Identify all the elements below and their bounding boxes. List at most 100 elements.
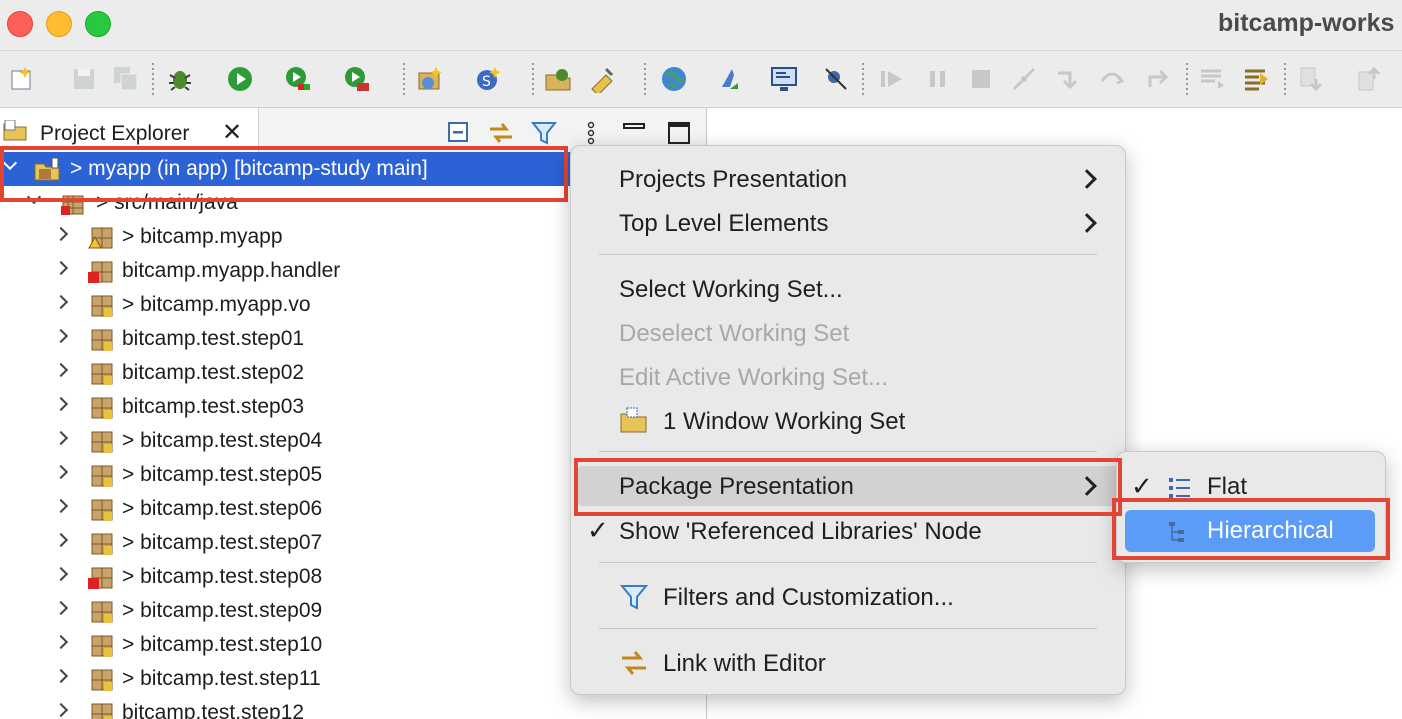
- package-error-icon: [88, 567, 113, 589]
- chevron-right-icon[interactable]: [54, 603, 66, 615]
- web-browser-icon[interactable]: [660, 65, 688, 93]
- tree-label: > bitcamp.myapp.vo: [122, 293, 311, 316]
- view-menu-icon[interactable]: [578, 120, 604, 146]
- menu-item-show-referenced-libraries[interactable]: ✓ Show 'Referenced Libraries' Node: [571, 511, 1125, 551]
- tree-row-package[interactable]: bitcamp.test.step12: [0, 696, 706, 719]
- chevron-right-icon[interactable]: [54, 637, 66, 649]
- filter-icon[interactable]: [531, 120, 557, 146]
- step-into-icon[interactable]: [1054, 65, 1082, 93]
- save-all-icon[interactable]: [112, 65, 140, 93]
- toolbar-separator: [152, 63, 154, 95]
- chevron-right-icon[interactable]: [54, 535, 66, 547]
- collapse-all-icon[interactable]: [446, 120, 472, 146]
- package-error-icon: [88, 261, 113, 283]
- package-icon: [91, 295, 113, 317]
- new-java-project-icon[interactable]: [416, 65, 444, 93]
- suspend-icon[interactable]: [924, 65, 952, 93]
- coverage-icon[interactable]: [284, 65, 312, 93]
- tree-label: > bitcamp.test.step08: [122, 565, 323, 588]
- package-icon: [91, 669, 113, 691]
- menu-item-label: 1 Window Working Set: [663, 408, 906, 435]
- tab-label: Project Explorer: [40, 122, 190, 145]
- chevron-right-icon[interactable]: [54, 501, 66, 513]
- resume-icon[interactable]: [878, 65, 906, 93]
- next-annotation-icon[interactable]: [1298, 65, 1326, 93]
- package-icon: [91, 329, 113, 351]
- run-icon[interactable]: [226, 65, 254, 93]
- minimize-view-icon[interactable]: [621, 120, 647, 146]
- menu-item-label: Flat: [1207, 473, 1248, 500]
- link-editor-icon: [622, 651, 646, 675]
- chevron-right-icon[interactable]: [54, 365, 66, 377]
- run-external-tools-icon[interactable]: [343, 65, 371, 93]
- tree-label: > bitcamp.test.step05: [122, 463, 323, 486]
- menu-separator: [599, 451, 1097, 452]
- tree-label: bitcamp.test.step01: [122, 327, 305, 350]
- chevron-right-icon[interactable]: [54, 297, 66, 309]
- zoom-window-button[interactable]: [85, 11, 111, 37]
- package-icon: [91, 703, 113, 719]
- search-icon[interactable]: [588, 65, 616, 93]
- previous-annotation-icon[interactable]: [1356, 65, 1384, 93]
- menu-item-label: Edit Active Working Set...: [619, 364, 889, 391]
- close-icon[interactable]: ✕: [222, 121, 242, 145]
- toolbar-separator: [1186, 63, 1188, 95]
- menu-item-window-working-set[interactable]: 1 Window Working Set: [571, 401, 1125, 441]
- chevron-right-icon[interactable]: [54, 705, 66, 717]
- menu-item-edit-active-working-set: Edit Active Working Set...: [571, 357, 1125, 397]
- title-bar: bitcamp-works: [0, 0, 1402, 51]
- toolbar-separator: [532, 63, 534, 95]
- project-explorer-icon: [3, 120, 27, 141]
- menu-item-label: Select Working Set...: [619, 276, 843, 303]
- package-warning-icon: [88, 227, 113, 249]
- menu-item-filters-and-customization[interactable]: Filters and Customization...: [571, 577, 1125, 617]
- package-icon: [91, 499, 113, 521]
- close-window-button[interactable]: [7, 11, 33, 37]
- drop-to-frame-icon[interactable]: [1198, 65, 1226, 93]
- package-icon: [91, 601, 113, 623]
- menu-item-label: Filters and Customization...: [663, 584, 954, 611]
- filter-icon: [619, 585, 649, 610]
- menu-item-projects-presentation[interactable]: Projects Presentation: [571, 159, 1125, 199]
- maximize-view-icon[interactable]: [666, 120, 692, 146]
- java-icon[interactable]: [716, 65, 744, 93]
- tree-label: bitcamp.myapp.handler: [122, 259, 341, 282]
- new-java-class-icon[interactable]: S: [474, 65, 502, 93]
- step-over-icon[interactable]: [1098, 65, 1126, 93]
- chevron-right-icon[interactable]: [54, 263, 66, 275]
- tree-label: > bitcamp.test.step09: [122, 599, 323, 622]
- menu-item-deselect-working-set: Deselect Working Set: [571, 313, 1125, 353]
- step-return-icon[interactable]: [1144, 65, 1172, 93]
- toolbar-separator: [1284, 63, 1286, 95]
- open-type-icon[interactable]: [544, 65, 572, 93]
- chevron-right-icon[interactable]: [54, 331, 66, 343]
- menu-item-top-level-elements[interactable]: Top Level Elements: [571, 203, 1125, 243]
- disconnect-icon[interactable]: [1010, 65, 1038, 93]
- chevron-right-icon[interactable]: [54, 399, 66, 411]
- menu-item-label: Show 'Referenced Libraries' Node: [619, 518, 982, 545]
- chevron-right-icon[interactable]: [54, 229, 66, 241]
- tree-label: > bitcamp.test.step06: [122, 497, 323, 520]
- tree-label: bitcamp.test.step12: [122, 701, 305, 719]
- use-step-filters-icon[interactable]: [1242, 65, 1270, 93]
- console-icon[interactable]: [770, 65, 798, 93]
- new-icon[interactable]: [8, 65, 36, 93]
- chevron-right-icon[interactable]: [54, 569, 66, 581]
- chevron-right-icon: [1077, 213, 1097, 233]
- annotation-box-package-presentation: [574, 458, 1122, 516]
- terminate-icon[interactable]: [967, 65, 995, 93]
- package-icon: [91, 533, 113, 555]
- skip-breakpoints-icon[interactable]: [822, 65, 850, 93]
- menu-item-link-with-editor[interactable]: Link with Editor: [571, 643, 1125, 683]
- package-icon: [91, 397, 113, 419]
- chevron-right-icon[interactable]: [54, 433, 66, 445]
- chevron-right-icon[interactable]: [54, 467, 66, 479]
- menu-item-label: Link with Editor: [663, 650, 826, 677]
- toolbar-separator: [862, 63, 864, 95]
- chevron-right-icon[interactable]: [54, 671, 66, 683]
- save-icon[interactable]: [70, 65, 98, 93]
- debug-icon[interactable]: [166, 65, 194, 93]
- minimize-window-button[interactable]: [46, 11, 72, 37]
- menu-item-select-working-set[interactable]: Select Working Set...: [571, 269, 1125, 309]
- link-with-editor-icon[interactable]: [488, 120, 514, 146]
